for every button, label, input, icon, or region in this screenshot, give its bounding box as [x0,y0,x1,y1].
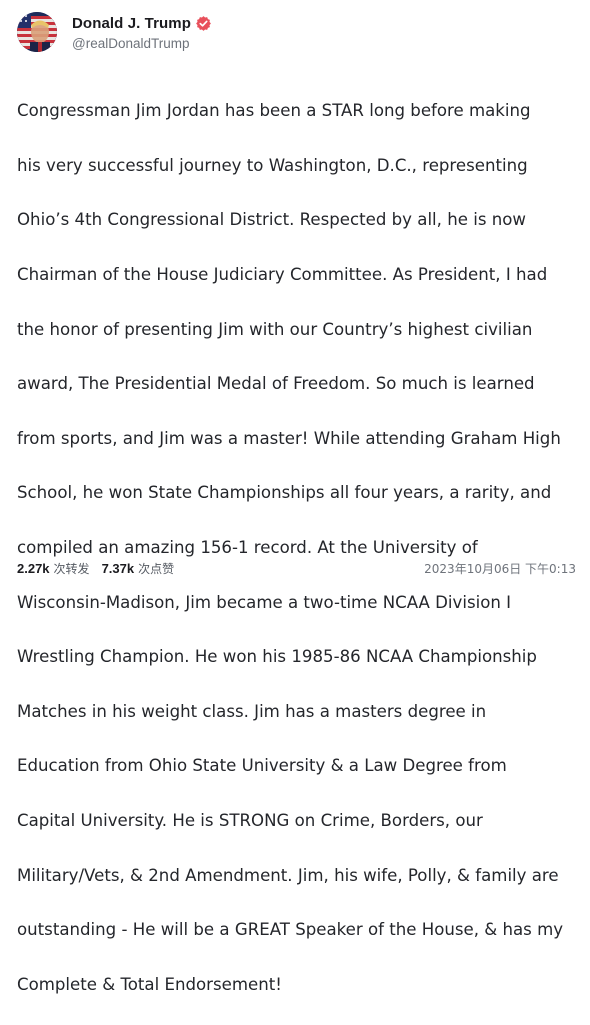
likes-label: 次点赞 [138,561,175,576]
author-names: Donald J. Trump @realDonaldTrump [72,13,211,51]
post-line: Capital University. He is STRONG on Crim… [17,811,483,831]
post-line: School, he won State Championships all f… [17,483,552,503]
post-line: Congressman Jim Jordan has been a STAR l… [17,101,531,121]
post-line: Ohio’s 4th Congressional District. Respe… [17,210,526,230]
likes-stat[interactable]: 7.37k 次点赞 [102,560,175,577]
post-footer: 2.27k 次转发 7.37k 次点赞 2023年10月06日 下午0:13 [17,557,576,579]
reposts-count: 2.27k [17,560,50,576]
post-line: Education from Ohio State University & a… [17,756,507,776]
post-line: his very successful journey to Washingto… [17,155,528,175]
verified-badge-icon [196,15,211,31]
post-body: Congressman Jim Jordan has been a STAR l… [17,70,577,1025]
post-line: award, The Presidential Medal of Freedom… [17,374,535,394]
post-line: Chairman of the House Judiciary Committe… [17,265,548,285]
likes-count: 7.37k [101,560,135,576]
post-line: Military/Vets, & 2nd Amendment. Jim, his… [17,865,559,885]
post-timestamp: 2023年10月06日 下午0:13 [424,561,576,576]
post-line: Complete & Total Endorsement! [17,974,282,994]
reposts-stat[interactable]: 2.27k 次转发 [17,560,90,577]
post-line: from sports, and Jim was a master! While… [17,428,561,448]
name-row: Donald J. Trump [72,13,211,33]
reposts-label: 次转发 [53,561,90,576]
post-card: Donald J. Trump @realDonaldTrump Congres… [0,0,590,994]
avatar[interactable] [17,12,57,52]
post-line: the honor of presenting Jim with our Cou… [17,319,533,339]
author-handle[interactable]: @realDonaldTrump [72,36,211,51]
post-line: Wisconsin-Madison, Jim became a two-time… [17,592,512,612]
display-name[interactable]: Donald J. Trump [72,15,191,32]
post-header: Donald J. Trump @realDonaldTrump [17,10,211,54]
post-line: Matches in his weight class. Jim has a m… [17,701,487,721]
post-line: Wrestling Champion. He won his 1985-86 N… [17,647,537,667]
flag-portrait-avatar-icon [17,12,57,52]
post-line: outstanding - He will be a GREAT Speaker… [17,920,564,940]
